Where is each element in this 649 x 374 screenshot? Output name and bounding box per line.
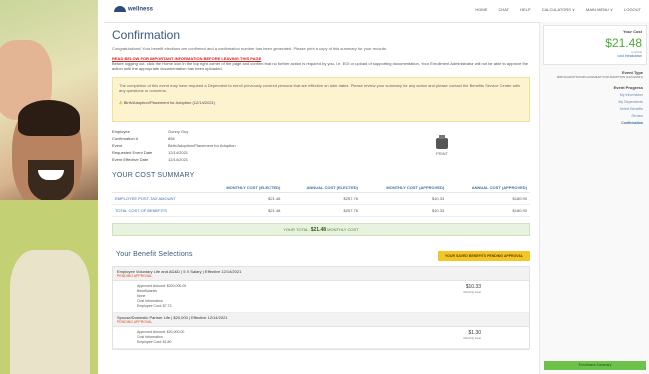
detail-label: Event Effective Date [112, 157, 149, 162]
nav-home[interactable]: HOME [475, 7, 487, 12]
cost-summary-title: YOUR COST SUMMARY [112, 172, 195, 179]
logo-icon [114, 6, 126, 12]
column-header: ANNUAL COST (APPROVED) [447, 183, 530, 193]
main-nav: HOME CHAT HELP CALCULATORS ∨ MAIN MENU ∨… [465, 7, 641, 12]
total-label: YOUR TOTAL: [283, 227, 310, 232]
plan-line: Employee Cost: $7.73 [137, 304, 172, 308]
event-details: Employee Gunny Guy Confirmation # 856 Even… [112, 128, 530, 170]
photo-shape-shirt [10, 250, 90, 374]
notice-text: The completion of this event may have re… [119, 83, 520, 93]
plan-body: Approved Amount: $20,000.00 Cost Informa… [113, 327, 529, 349]
photo-shape-hair [18, 100, 80, 136]
notice-box: The completion of this event may have re… [112, 77, 530, 122]
nav-calculators[interactable]: CALCULATORS ∨ [542, 7, 575, 12]
total-cost-bar: YOUR TOTAL: $21.48 MONTHLY COST [112, 223, 530, 236]
column-header: MONTHLY COST (ELECTED) [202, 183, 284, 193]
cost-breakdown-link[interactable]: cost breakdown [544, 54, 642, 58]
detail-row: Employee Gunny Guy [112, 128, 530, 135]
detail-label: Requested Event Date [112, 150, 153, 155]
plan-amount-label: Monthly Cost [463, 336, 481, 340]
enrollment-summary-button[interactable]: Enrollment Summary [544, 361, 646, 370]
warning-icon: ⚠ [119, 100, 123, 105]
column-header: ANNUAL COST (ELECTED) [283, 183, 362, 193]
total-suffix: MONTHLY COST [327, 227, 359, 232]
progress-step[interactable]: Select Benefits [540, 106, 643, 113]
table-cell: $21.48 [202, 192, 284, 205]
table-row: TOTAL COST OF BENEFITS $21.48 $257.76 $1… [112, 204, 530, 217]
event-type-value: BIRTH/ADOPTION/PLACEMENT FOR ADOPTION (1… [557, 75, 643, 79]
print-button[interactable]: PRINT [436, 135, 448, 156]
detail-value: 12/14/2021 [168, 157, 189, 162]
event-progress-label: Event Progress [613, 85, 643, 90]
detail-value: 12/14/2021 [168, 150, 189, 155]
cost-summary-table: MONTHLY COST (ELECTED) ANNUAL COST (ELEC… [112, 183, 530, 217]
detail-label: Employee [112, 129, 130, 134]
table-cell: $21.48 [202, 204, 284, 217]
right-sidebar: Your Cost $21.48 monthly cost breakdown … [539, 22, 649, 374]
main-content: Confirmation Congratulations! Your benef… [112, 24, 530, 374]
detail-row: Event Birth/Adoption/Placement for Adopti… [112, 142, 530, 149]
plan-card: Employee Voluntary Life and AD&D | 5 X S… [112, 266, 530, 350]
plan-amount: $10.33 Monthly Cost [463, 285, 481, 295]
your-cost-value: $21.48 [605, 36, 642, 50]
detail-label: Confirmation # [112, 136, 139, 141]
page-title: Confirmation [112, 28, 181, 42]
notice-doc-date: (12/14/2021) [192, 100, 216, 105]
logo[interactable]: wellness [114, 6, 153, 13]
table-cell: $257.76 [283, 204, 362, 217]
table-header-row: MONTHLY COST (ELECTED) ANNUAL COST (ELEC… [112, 183, 530, 193]
selections-title: Your Benefit Selections [116, 251, 193, 258]
pending-badge: PENDING APPROVAL [117, 274, 153, 278]
top-navigation-bar: wellness HOME CHAT HELP CALCULATORS ∨ MA… [104, 0, 649, 23]
progress-step-current[interactable]: Confirmation [540, 120, 643, 127]
table-cell: $180.90 [447, 192, 530, 205]
plan-header: Employee Voluntary Life and AD&D | 5 X S… [113, 267, 529, 281]
column-header [112, 183, 203, 193]
progress-step[interactable]: My Dependents [540, 99, 643, 106]
table-cell: $10.33 [361, 192, 448, 205]
nav-help[interactable]: HELP [520, 7, 530, 12]
total-value: $21.48 [310, 227, 327, 233]
pending-approval-button[interactable]: YOUR SAVED BENEFITS PENDING APPROVAL [438, 251, 530, 261]
detail-label: Event [112, 143, 123, 148]
detail-value: Birth/Adoption/Placement for Adoption [168, 143, 236, 148]
progress-step[interactable]: My Information [540, 92, 643, 99]
table-row: EMPLOYEE POST-TAX AMOUNT $21.48 $257.76 … [112, 192, 530, 205]
plan-body: Approved Amount: $200,000.00 Beneficiari… [113, 281, 529, 313]
plan-amount: $1.30 Monthly Cost [463, 331, 481, 341]
print-label: PRINT [436, 151, 448, 156]
table-cell: TOTAL COST OF BENEFITS [112, 204, 203, 217]
photo-shape-beard [28, 160, 74, 202]
column-header: MONTHLY COST (APPROVED) [361, 183, 448, 193]
event-progress: Event Progress My Information My Depende… [540, 85, 649, 127]
selections-header: Your Benefit Selections YOUR SAVED BENEF… [112, 250, 530, 262]
nav-chat[interactable]: CHAT [499, 7, 510, 12]
hero-photo [0, 0, 98, 374]
intro-text: Congratulations! Your benefit elections … [112, 46, 388, 51]
detail-row: Event Effective Date 12/14/2021 [112, 156, 530, 163]
detail-value: Gunny Guy [168, 129, 189, 134]
nav-logout[interactable]: LOGOUT [624, 7, 641, 12]
detail-value: 856 [168, 136, 175, 141]
plan-amount-label: Monthly Cost [463, 290, 481, 294]
table-cell: EMPLOYEE POST-TAX AMOUNT [112, 192, 203, 205]
detail-row: Requested Event Date 12/14/2021 [112, 149, 530, 156]
table-cell: $180.90 [447, 204, 530, 217]
printer-icon [436, 135, 448, 149]
notice-doc-label: Birth/Adoption/Placement for Adoption [123, 100, 192, 105]
event-type-section: Event Type BIRTH/ADOPTION/PLACEMENT FOR … [540, 70, 649, 79]
plan-header: Spouse/Domestic Partner Life | $20,000 |… [113, 313, 529, 327]
your-cost-box: Your Cost $21.48 monthly cost breakdown [543, 25, 647, 65]
table-cell: $10.33 [361, 204, 448, 217]
warning-text: Before logging out, click the Home icon … [112, 61, 529, 71]
nav-main-menu[interactable]: MAIN MENU ∨ [586, 7, 613, 12]
pending-badge: PENDING APPROVAL [117, 320, 153, 324]
your-cost-label: Your Cost [623, 29, 642, 34]
table-cell: $257.76 [283, 192, 362, 205]
detail-row: Confirmation # 856 [112, 135, 530, 142]
progress-step[interactable]: Review [540, 113, 643, 120]
notice-document[interactable]: ⚠ Birth/Adoption/Placement for Adoption … [119, 100, 523, 105]
